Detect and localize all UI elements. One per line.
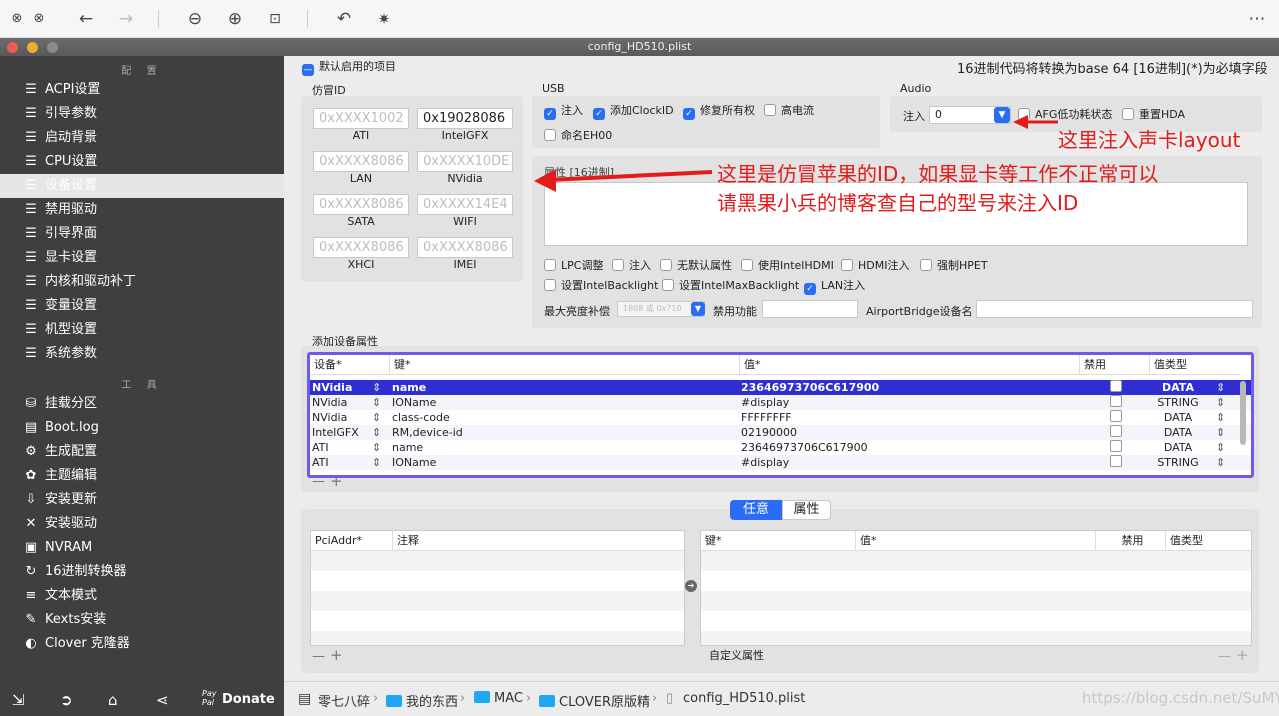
annotation-audio: 这里注入声卡layout [1058, 128, 1241, 152]
annotation-arrows [534, 115, 1058, 192]
arrow-head [534, 169, 556, 192]
arrow-head [1013, 115, 1028, 129]
arrow-line [547, 170, 713, 182]
annotation-fake-line1: 这里是仿冒苹果的ID，如果显卡等工作不正常可以 [717, 162, 1159, 186]
annotation-fake-line2: 请黑果小兵的博客查自己的型号来注入ID [717, 191, 1079, 215]
